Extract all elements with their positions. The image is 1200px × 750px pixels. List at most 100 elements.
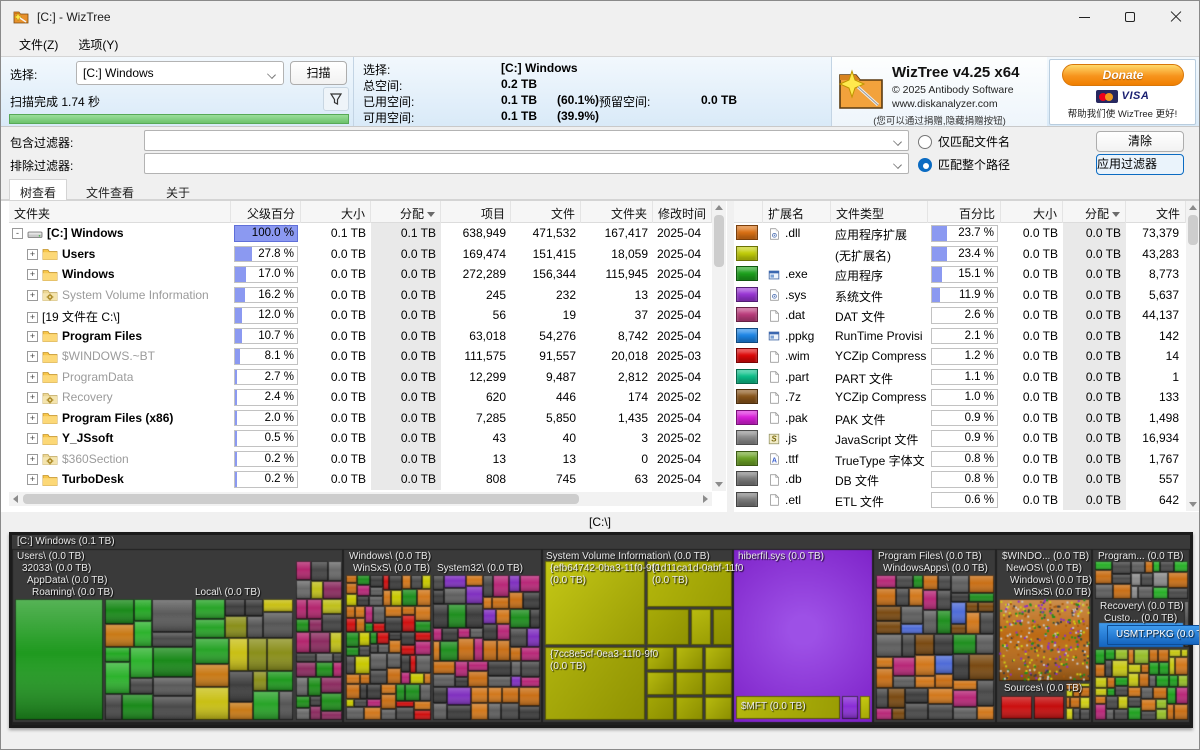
- expand-icon[interactable]: +: [27, 474, 38, 485]
- ext-vertical-scrollbar[interactable]: [1186, 201, 1200, 511]
- ext-row-4[interactable]: .datDAT 文件2.6 %0.0 TB0.0 TB44,137: [734, 305, 1186, 326]
- extension-color-swatch: [736, 287, 758, 302]
- expand-icon[interactable]: +: [27, 249, 38, 260]
- website-link[interactable]: www.diskanalyzer.com: [892, 98, 998, 110]
- expand-icon[interactable]: +: [27, 454, 38, 465]
- tree-row-0[interactable]: -[C:] Windows100.0 %0.1 TB0.1 TB638,9494…: [9, 223, 712, 244]
- ext-cell: 557: [1126, 469, 1184, 490]
- tree-row-12[interactable]: +TurboDesk0.2 %0.0 TB0.0 TB808745632025-…: [9, 469, 712, 490]
- ext-row-1[interactable]: (无扩展名)23.4 %0.0 TB0.0 TB43,283: [734, 244, 1186, 265]
- minimize-button[interactable]: [1061, 1, 1107, 33]
- treemap-view[interactable]: [C:] Windows (0.1 TB)Users\ (0.0 TB)3203…: [9, 532, 1193, 728]
- ext-row-11[interactable]: A.ttfTrueType 字体文0.8 %0.0 TB0.0 TB1,767: [734, 449, 1186, 470]
- collapse-icon[interactable]: -: [12, 228, 23, 239]
- treemap-canvas[interactable]: [12, 535, 1190, 725]
- drive-select[interactable]: [C:] Windows: [76, 61, 284, 85]
- tree-row-5[interactable]: +Program Files10.7 %0.0 TB0.0 TB63,01854…: [9, 326, 712, 347]
- tree-cell: 13: [441, 449, 511, 470]
- tree-cell: 0.0 TB: [371, 346, 441, 367]
- expand-icon[interactable]: +: [27, 413, 38, 424]
- tree-header-7[interactable]: 修改时间: [653, 201, 712, 223]
- exclude-filter-input[interactable]: [144, 153, 909, 174]
- ext-cell: 0.0 TB: [1001, 367, 1063, 388]
- ext-row-10[interactable]: S.jsJavaScript 文件0.9 %0.0 TB0.0 TB16,934: [734, 428, 1186, 449]
- clear-filter-button[interactable]: 清除: [1096, 131, 1184, 152]
- include-filter-input[interactable]: [144, 130, 909, 151]
- tree-cell-modified: 2025-04: [653, 469, 712, 490]
- expand-icon[interactable]: +: [27, 351, 38, 362]
- tree-row-3[interactable]: +System Volume Information16.2 %0.0 TB0.…: [9, 285, 712, 306]
- filter-toggle-button[interactable]: [323, 87, 349, 111]
- ext-row-3[interactable]: .sys系统文件11.9 %0.0 TB0.0 TB5,637: [734, 285, 1186, 306]
- scan-panel: 选择: [C:] Windows 扫描 扫描完成 1.74 秒: [1, 57, 354, 126]
- tree-row-8[interactable]: +Recovery2.4 %0.0 TB0.0 TB6204461742025-…: [9, 387, 712, 408]
- ext-row-5[interactable]: .ppkgRunTime Provisi2.1 %0.0 TB0.0 TB142: [734, 326, 1186, 347]
- expand-icon[interactable]: +: [27, 433, 38, 444]
- ext-header-1[interactable]: 扩展名: [763, 201, 831, 223]
- apply-filter-button[interactable]: 应用过滤器: [1096, 154, 1184, 175]
- tree-horizontal-scrollbar[interactable]: [9, 492, 712, 506]
- expand-icon[interactable]: +: [27, 269, 38, 280]
- maximize-button[interactable]: [1107, 1, 1153, 33]
- extension-color-swatch: [736, 348, 758, 363]
- tree-cell: 5,850: [511, 408, 581, 429]
- tree-header-1[interactable]: 父级百分比: [231, 201, 301, 223]
- ext-cell: 0.0 TB: [1001, 305, 1063, 326]
- ext-row-2[interactable]: .exe应用程序15.1 %0.0 TB0.0 TB8,773: [734, 264, 1186, 285]
- tree-row-2[interactable]: +Windows17.0 %0.0 TB0.0 TB272,289156,344…: [9, 264, 712, 285]
- tab-0[interactable]: 树查看: [9, 179, 67, 200]
- tree-row-10[interactable]: +Y_JSsoft0.5 %0.0 TB0.0 TB434032025-02: [9, 428, 712, 449]
- ext-header-2[interactable]: 文件类型: [831, 201, 928, 223]
- tab-2[interactable]: 关于: [156, 181, 200, 200]
- ext-cell: 0.0 TB: [1063, 244, 1126, 265]
- ext-header-0[interactable]: [734, 201, 763, 223]
- tree-cell: 0.0 TB: [371, 264, 441, 285]
- tab-1[interactable]: 文件查看: [76, 181, 144, 200]
- tree-cell: 808: [441, 469, 511, 490]
- scan-button[interactable]: 扫描: [290, 61, 347, 85]
- expand-icon[interactable]: +: [27, 372, 38, 383]
- tree-row-1[interactable]: +Users27.8 %0.0 TB0.0 TB169,474151,41518…: [9, 244, 712, 265]
- ext-row-9[interactable]: .pakPAK 文件0.9 %0.0 TB0.0 TB1,498: [734, 408, 1186, 429]
- ext-header-6[interactable]: 文件: [1126, 201, 1186, 223]
- tree-cell-modified: 2025-04: [653, 305, 712, 326]
- radio-match-filename[interactable]: 仅匹配文件名: [918, 133, 1010, 150]
- tree-header-2[interactable]: 大小: [301, 201, 371, 223]
- tree-header-4[interactable]: 项目: [441, 201, 511, 223]
- ext-row-8[interactable]: .7zYCZip Compress1.0 %0.0 TB0.0 TB133: [734, 387, 1186, 408]
- ext-row-0[interactable]: .dll应用程序扩展23.7 %0.0 TB0.0 TB73,379: [734, 223, 1186, 244]
- ext-header-4[interactable]: 大小: [1001, 201, 1063, 223]
- ext-cell: 133: [1126, 387, 1184, 408]
- extension-name: .etl: [785, 493, 801, 507]
- ext-cell: 0.0 TB: [1001, 223, 1063, 244]
- tree-header-5[interactable]: 文件: [511, 201, 581, 223]
- ext-row-6[interactable]: .wimYCZip Compress1.2 %0.0 TB0.0 TB14: [734, 346, 1186, 367]
- menu-file[interactable]: 文件(Z): [11, 34, 66, 55]
- tree-row-6[interactable]: +$WINDOWS.~BT8.1 %0.0 TB0.0 TB111,57591,…: [9, 346, 712, 367]
- menu-options[interactable]: 选项(Y): [70, 34, 126, 55]
- tree-vertical-scrollbar[interactable]: [712, 201, 726, 491]
- tree-row-4[interactable]: +[19 文件在 C:\]12.0 %0.0 TB0.0 TB561937202…: [9, 305, 712, 326]
- ext-row-7[interactable]: .partPART 文件1.1 %0.0 TB0.0 TB1: [734, 367, 1186, 388]
- close-button[interactable]: [1153, 1, 1199, 33]
- expand-icon[interactable]: +: [27, 392, 38, 403]
- radio-match-fullpath[interactable]: 匹配整个路径: [918, 156, 1010, 173]
- tree-header-6[interactable]: 文件夹: [581, 201, 653, 223]
- ext-row-12[interactable]: .dbDB 文件0.8 %0.0 TB0.0 TB557: [734, 469, 1186, 490]
- tree-row-11[interactable]: +$360Section0.2 %0.0 TB0.0 TB131302025-0…: [9, 449, 712, 470]
- ext-header-5[interactable]: 分配: [1063, 201, 1126, 223]
- expand-icon[interactable]: +: [27, 331, 38, 342]
- expand-icon[interactable]: +: [27, 290, 38, 301]
- tree-header-3[interactable]: 分配: [371, 201, 441, 223]
- donate-button[interactable]: Donate: [1062, 64, 1184, 86]
- ext-header-3[interactable]: 百分比: [928, 201, 1001, 223]
- menu-bar: 文件(Z) 选项(Y): [1, 33, 1199, 56]
- expand-icon[interactable]: +: [27, 312, 38, 323]
- ext-row-13[interactable]: .etlETL 文件0.6 %0.0 TB0.0 TB642: [734, 490, 1186, 511]
- tree-row-9[interactable]: +Program Files (x86)2.0 %0.0 TB0.0 TB7,2…: [9, 408, 712, 429]
- tree-cell-modified: 2025-04: [653, 244, 712, 265]
- tree-cell: 40: [511, 428, 581, 449]
- panel-splitter[interactable]: [727, 201, 734, 512]
- tree-header-0[interactable]: 文件夹: [9, 201, 231, 223]
- tree-row-7[interactable]: +ProgramData2.7 %0.0 TB0.0 TB12,2999,487…: [9, 367, 712, 388]
